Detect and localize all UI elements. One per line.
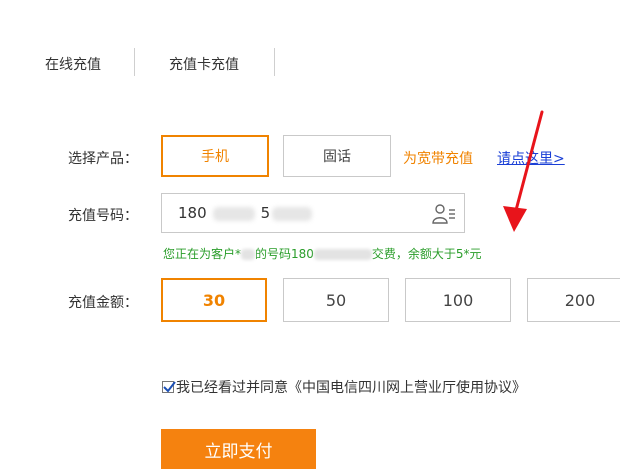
agreement-text: 我已经看过并同意	[176, 380, 288, 396]
tab-divider	[274, 48, 275, 76]
product-landline-button[interactable]: 固话	[283, 135, 391, 177]
pay-now-button[interactable]: 立即支付	[161, 429, 316, 469]
phone-number-input[interactable]: 180 5	[161, 193, 465, 233]
agreement-checkbox[interactable]	[162, 381, 176, 393]
tab-online-recharge[interactable]: 在线充值	[45, 54, 101, 74]
checkbox-checked-icon	[163, 381, 176, 393]
broadband-link[interactable]: 请点这里>	[497, 148, 565, 168]
product-mobile-button[interactable]: 手机	[161, 135, 269, 177]
phone-label: 充值号码：	[68, 208, 138, 224]
amount-label: 充值金额：	[68, 295, 138, 311]
amount-100-button[interactable]: 100	[405, 278, 511, 322]
contact-book-icon[interactable]	[432, 203, 456, 225]
amount-30-button[interactable]: 30	[161, 278, 267, 322]
agreement-link[interactable]: 《中国电信四川网上营业厅使用协议》	[288, 377, 526, 397]
product-label: 选择产品：	[68, 151, 138, 167]
balance-hint: 您正在为客户* 的号码180 交费，余额大于5*元	[163, 247, 482, 261]
amount-50-button[interactable]: 50	[283, 278, 389, 322]
tab-divider	[134, 48, 135, 76]
tab-card-recharge[interactable]: 充值卡充值	[169, 54, 239, 74]
agreement-row: 我已经看过并同意 《中国电信四川网上营业厅使用协议》	[162, 377, 526, 397]
broadband-promo-text: 为宽带充值	[403, 151, 473, 167]
amount-200-button[interactable]: 200	[527, 278, 620, 322]
phone-number-value: 180 5	[178, 204, 313, 222]
